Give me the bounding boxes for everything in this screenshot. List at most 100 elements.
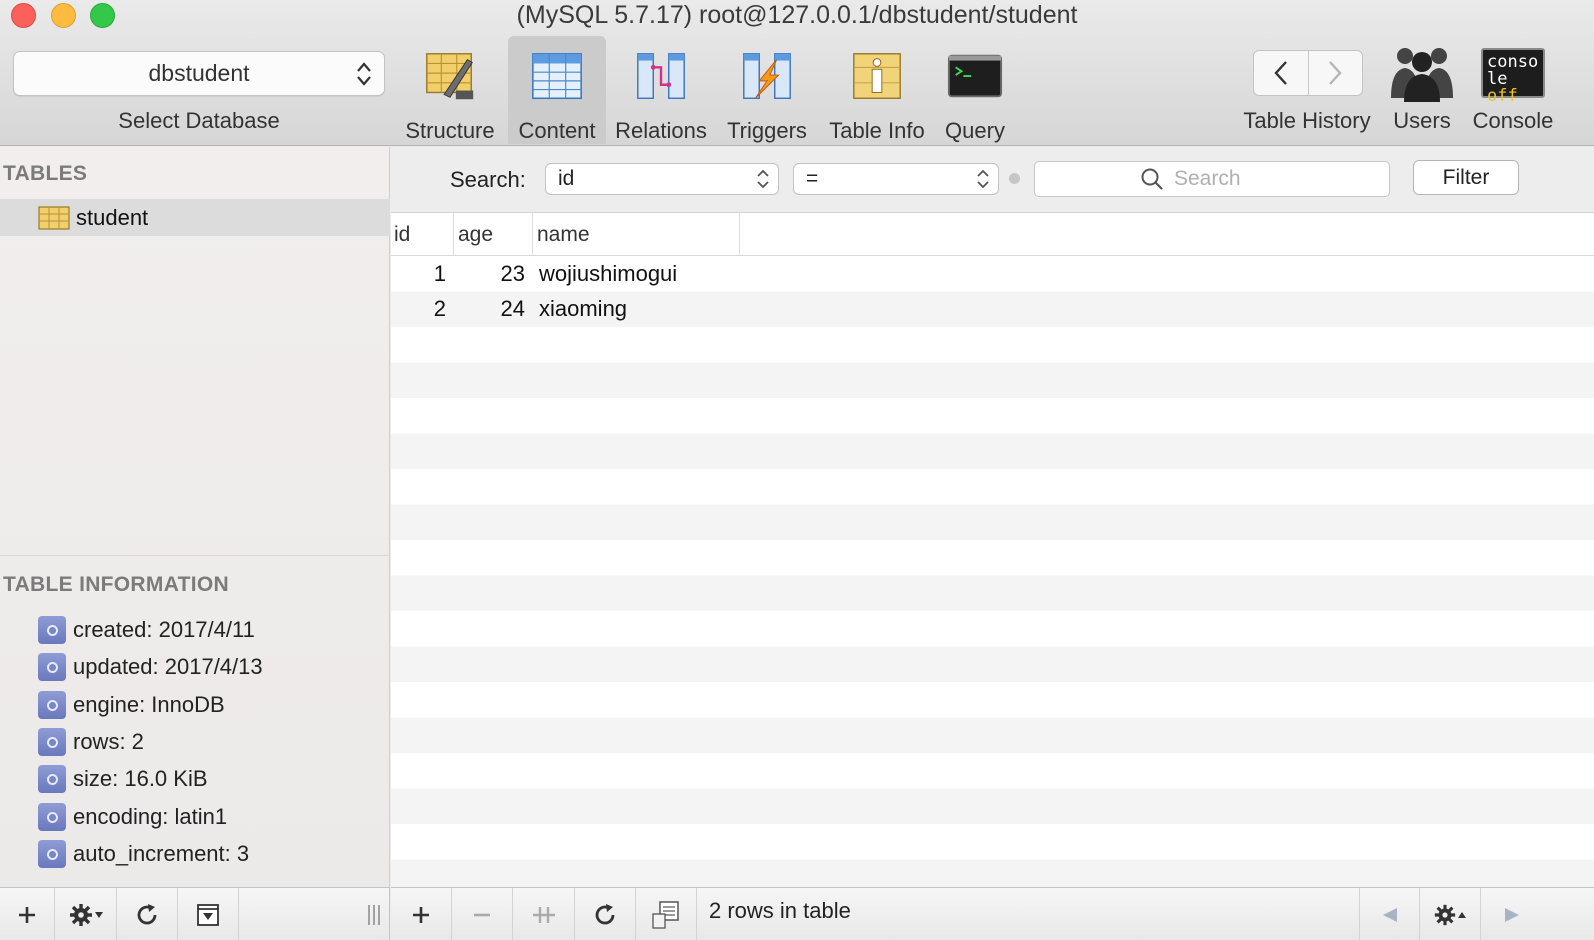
sidebar-table-student[interactable]: student xyxy=(0,199,390,236)
database-select-value: dbstudent xyxy=(148,60,250,86)
table-information-heading: TABLE INFORMATION xyxy=(3,573,229,596)
content-button[interactable]: Content xyxy=(508,36,606,144)
info-text: updated: 2017/4/13 xyxy=(73,654,263,679)
search-icon xyxy=(1141,168,1163,190)
cell-name[interactable]: xiaoming xyxy=(539,292,739,327)
table-actions-button[interactable] xyxy=(55,888,117,940)
pagination-settings-button[interactable] xyxy=(1420,888,1481,940)
caret-up-icon xyxy=(1458,911,1466,918)
dropdown-box-icon xyxy=(197,903,219,926)
column-header-name[interactable]: name xyxy=(533,213,740,256)
cell-age[interactable]: 23 xyxy=(454,256,525,291)
duplicate-row-icon xyxy=(532,906,555,923)
minus-icon xyxy=(474,913,490,916)
table-row[interactable]: 1 23 wojiushimogui xyxy=(391,256,1594,291)
relations-button[interactable]: Relations xyxy=(612,36,710,144)
plus-icon xyxy=(413,906,429,923)
sidebar-table-name: student xyxy=(76,204,149,230)
filter-button[interactable]: Filter xyxy=(1413,160,1519,195)
triggers-button[interactable]: Triggers xyxy=(718,36,816,144)
search-field[interactable] xyxy=(1034,161,1390,197)
info-bullet-icon xyxy=(38,653,66,681)
show-filter-button[interactable] xyxy=(178,888,239,940)
info-text: encoding: latin1 xyxy=(73,804,228,829)
info-bullet-icon xyxy=(38,616,66,644)
duplicate-row-button[interactable] xyxy=(513,888,575,940)
info-text: size: 16.0 KiB xyxy=(73,766,208,791)
history-forward-button[interactable] xyxy=(1309,51,1363,95)
add-row-button[interactable] xyxy=(391,888,452,940)
previous-page-button[interactable] xyxy=(1359,888,1420,940)
refresh-icon xyxy=(595,903,615,924)
triangle-right-icon xyxy=(1504,907,1519,922)
up-down-chevron-icon xyxy=(757,169,769,189)
query-label: Query xyxy=(945,118,1005,143)
info-bullet-icon xyxy=(38,728,66,756)
info-text: engine: InnoDB xyxy=(73,692,225,717)
refresh-icon xyxy=(137,903,157,924)
info-text: auto_increment: 3 xyxy=(73,841,250,866)
filter-field-select[interactable]: id xyxy=(545,163,779,195)
info-bullet-icon xyxy=(38,840,66,868)
table-icon xyxy=(38,205,70,230)
refresh-tables-button[interactable] xyxy=(117,888,178,940)
users-icon xyxy=(1391,48,1453,102)
plus-icon xyxy=(19,906,35,923)
database-select[interactable]: dbstudent xyxy=(13,51,385,96)
console-button[interactable]: conso le off Console xyxy=(1468,36,1558,144)
cell-name[interactable]: wojiushimogui xyxy=(539,256,739,291)
structure-label: Structure xyxy=(405,118,495,143)
sidebar-bottom-bar xyxy=(0,887,390,940)
window-title: (MySQL 5.7.17) root@127.0.0.1/dbstudent/… xyxy=(516,1,1078,29)
filter-status-dot xyxy=(1009,173,1020,184)
console-label: Console xyxy=(1472,108,1554,133)
info-row-engine: engine: InnoDB xyxy=(38,690,225,720)
sidebar: TABLES student TABLE INFORMATION created… xyxy=(0,147,390,887)
column-header-id[interactable]: id xyxy=(391,213,454,256)
triangle-left-icon xyxy=(1382,907,1397,922)
cell-id[interactable]: 1 xyxy=(391,256,446,291)
cell-age[interactable]: 24 xyxy=(454,292,525,327)
table-history-nav xyxy=(1253,50,1363,96)
search-label: Search: xyxy=(450,167,526,192)
table-info-label: Table Info xyxy=(829,118,925,143)
add-table-button[interactable] xyxy=(0,888,55,940)
query-button[interactable]: Query xyxy=(938,36,1012,144)
resize-handle-icon[interactable] xyxy=(366,904,382,931)
copy-rows-button[interactable] xyxy=(636,888,697,940)
sidebar-divider xyxy=(0,555,390,556)
search-input[interactable] xyxy=(1174,167,1284,191)
info-row-auto-increment: auto_increment: 3 xyxy=(38,839,249,869)
info-row-size: size: 16.0 KiB xyxy=(38,764,208,794)
content-pane: Search: id = Filter id age name 1 xyxy=(391,147,1594,887)
history-back-button[interactable] xyxy=(1254,51,1309,95)
structure-button[interactable]: Structure xyxy=(398,36,502,144)
table-row[interactable]: 2 24 xiaoming xyxy=(391,292,1594,327)
users-button[interactable]: Users xyxy=(1385,36,1459,144)
filter-operator-select[interactable]: = xyxy=(793,163,999,195)
next-page-button[interactable] xyxy=(1481,888,1542,940)
info-row-created: created: 2017/4/11 xyxy=(38,615,255,645)
table-body: 1 23 wojiushimogui 2 24 xiaoming xyxy=(391,256,1594,887)
triggers-label: Triggers xyxy=(727,118,807,143)
chevron-left-icon xyxy=(1274,61,1287,85)
content-label: Content xyxy=(518,118,596,143)
cell-id[interactable]: 2 xyxy=(391,292,446,327)
table-header: id age name xyxy=(391,213,1594,256)
filter-field-value: id xyxy=(558,167,575,190)
column-header-age[interactable]: age xyxy=(454,213,533,256)
content-icon xyxy=(532,53,582,100)
up-down-chevron-icon xyxy=(357,62,371,86)
info-row-updated: updated: 2017/4/13 xyxy=(38,652,263,682)
filter-operator-value: = xyxy=(806,167,819,190)
info-row-encoding: encoding: latin1 xyxy=(38,802,227,832)
table-info-button[interactable]: Table Info xyxy=(822,36,932,144)
filter-bar: Search: id = Filter xyxy=(391,147,1594,213)
refresh-content-button[interactable] xyxy=(575,888,636,940)
delete-row-button[interactable] xyxy=(452,888,513,940)
console-icon-line-2b: off xyxy=(1487,86,1518,106)
content-bottom-bar: 2 rows in table xyxy=(391,887,1594,940)
row-count-status: 2 rows in table xyxy=(709,898,851,923)
table-info-icon xyxy=(853,53,901,99)
relations-icon xyxy=(637,53,685,99)
